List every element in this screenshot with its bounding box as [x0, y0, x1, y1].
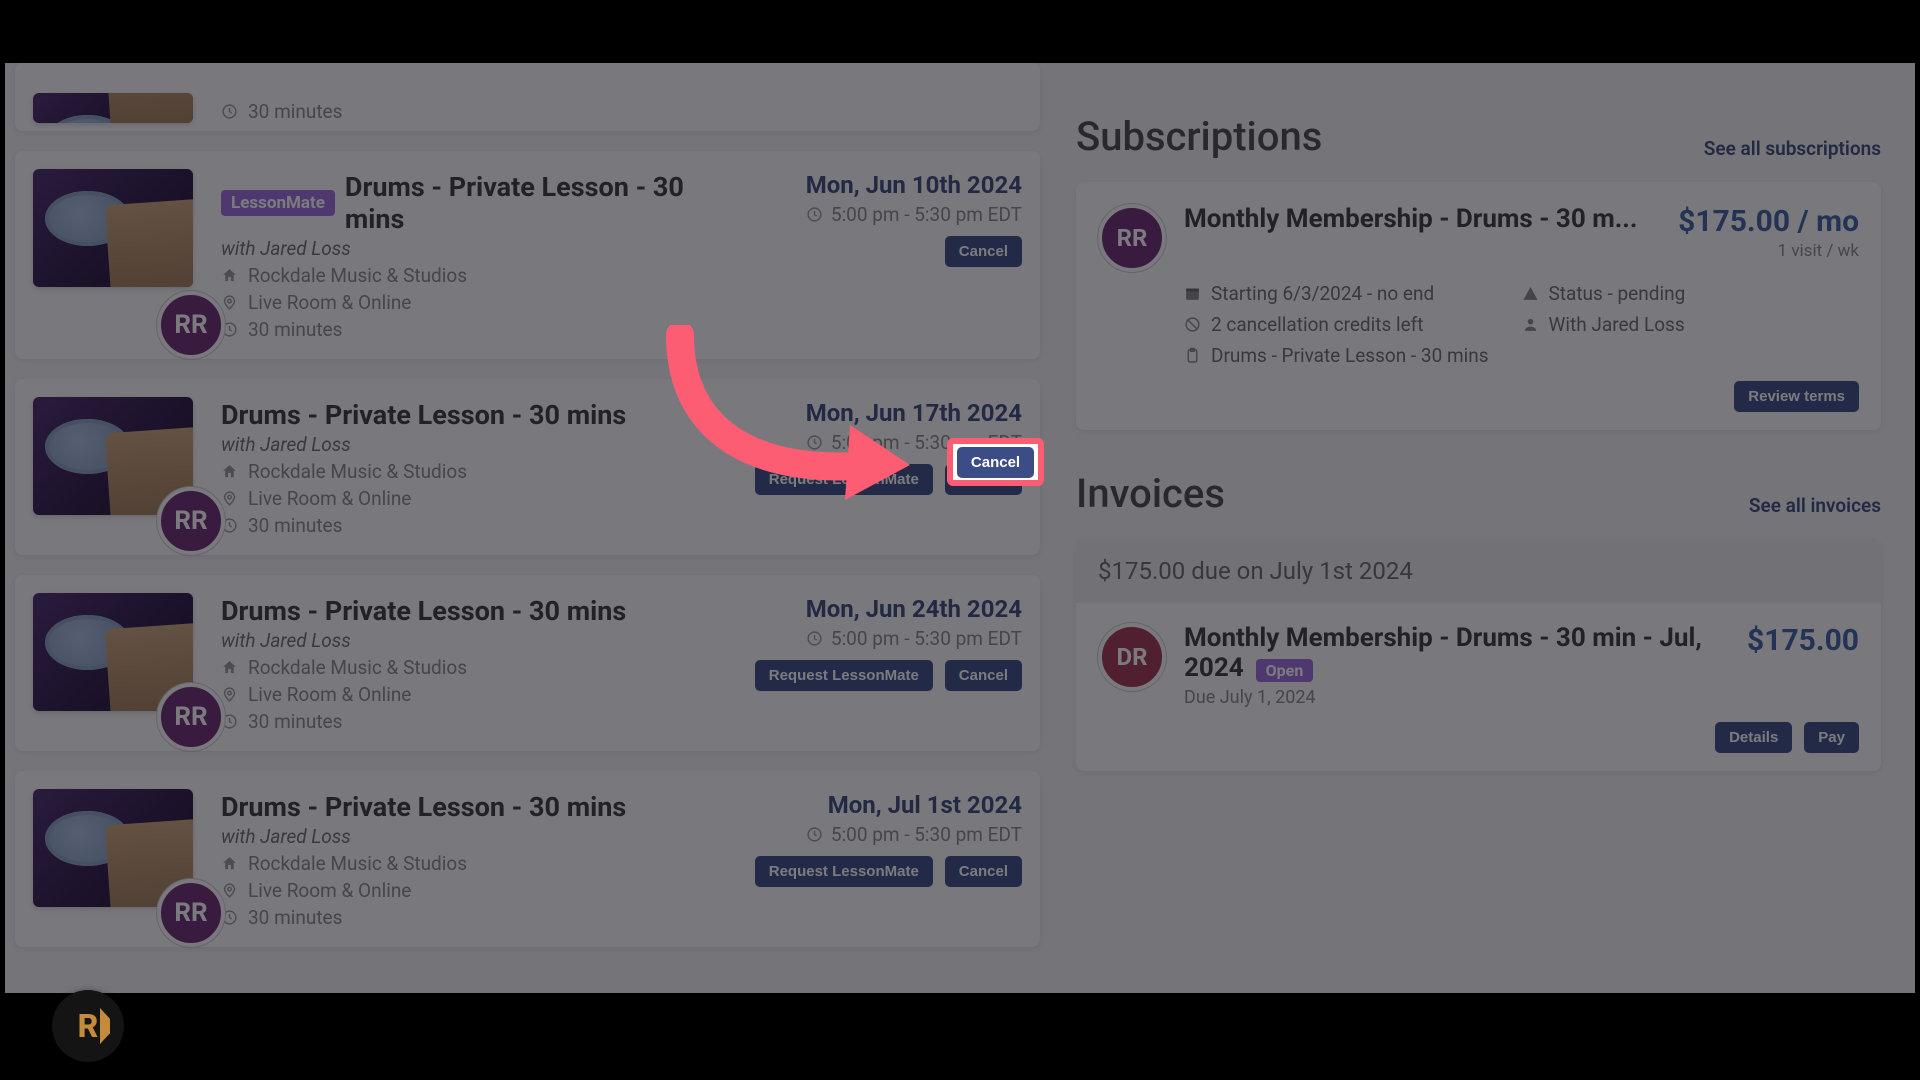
lesson-thumbnail: RR [33, 397, 193, 537]
calendar-icon [1184, 285, 1201, 302]
lesson-teacher: with Jared Loss [221, 237, 714, 260]
clock-icon [806, 434, 823, 451]
time-text: 5:00 pm - 5:30 pm EDT [831, 203, 1022, 226]
home-icon [221, 267, 238, 284]
duration-text: 30 minutes [248, 514, 342, 537]
studio-text: Rockdale Music & Studios [248, 656, 467, 679]
lesson-duration: 30 minutes [221, 100, 714, 123]
invoices-panel: $175.00 due on July 1st 2024 DR Monthly … [1076, 539, 1881, 771]
lessonmate-badge: LessonMate [221, 190, 335, 216]
studio-text: Rockdale Music & Studios [248, 852, 467, 875]
lesson-teacher: with Jared Loss [221, 629, 714, 652]
student-avatar: RR [157, 879, 225, 947]
subscription-card: RR Monthly Membership - Drums - 30 m... … [1076, 182, 1881, 430]
starting-text: Starting 6/3/2024 - no end [1211, 282, 1434, 305]
lesson-teacher: with Jared Loss [221, 825, 714, 848]
student-avatar: RR [157, 683, 225, 751]
location-icon [221, 882, 238, 899]
home-icon [221, 463, 238, 480]
clock-icon [806, 826, 823, 843]
lesson-date: Mon, Jul 1st 2024 [742, 791, 1022, 819]
no-entry-icon [1184, 316, 1201, 333]
time-text: 5:00 pm - 5:30 pm EDT [831, 627, 1022, 650]
review-terms-button[interactable]: Review terms [1734, 381, 1859, 412]
room-text: Live Room & Online [248, 879, 411, 902]
product-text: Drums - Private Lesson - 30 mins [1211, 344, 1489, 367]
amount-due-bar: $175.00 due on July 1st 2024 [1076, 539, 1881, 603]
subscription-price: $175.00 / mo [1678, 204, 1859, 239]
request-lessonmate-button[interactable]: Request LessonMate [755, 856, 933, 887]
room-text: Live Room & Online [248, 291, 411, 314]
invoices-heading: Invoices [1076, 470, 1225, 517]
lesson-title: Drums - Private Lesson - 30 mins [221, 399, 626, 431]
lesson-card: RR LessonMate Drums - Private Lesson - 3… [15, 151, 1040, 359]
duration-text: 30 minutes [248, 906, 342, 929]
brand-logo[interactable]: R [52, 990, 124, 1062]
clipboard-icon [1184, 347, 1201, 364]
lesson-date: Mon, Jun 17th 2024 [742, 399, 1022, 427]
location-icon [221, 490, 238, 507]
lesson-title: Drums - Private Lesson - 30 mins [221, 595, 626, 627]
lesson-card: RR Drums - Private Lesson - 30 mins with… [15, 379, 1040, 555]
request-lessonmate-button[interactable]: Request LessonMate [755, 464, 933, 495]
app-viewport: 30 minutes RR LessonMate Drums - Private… [5, 63, 1915, 993]
room-text: Live Room & Online [248, 487, 411, 510]
room-text: Live Room & Online [248, 683, 411, 706]
student-avatar: RR [157, 291, 225, 359]
home-icon [221, 855, 238, 872]
student-avatar: RR [1098, 204, 1166, 272]
location-icon [221, 294, 238, 311]
lesson-card: RR Drums - Private Lesson - 30 mins with… [15, 575, 1040, 751]
cancel-button[interactable]: Cancel [945, 660, 1022, 691]
request-lessonmate-button[interactable]: Request LessonMate [755, 660, 933, 691]
cancel-button[interactable]: Cancel [945, 856, 1022, 887]
clock-icon [221, 103, 238, 120]
time-text: 5:00 pm - 5:30 pm EDT [831, 823, 1022, 846]
student-avatar: RR [157, 487, 225, 555]
open-badge: Open [1256, 659, 1314, 682]
location-icon [221, 686, 238, 703]
lesson-thumbnail: RR [33, 789, 193, 929]
see-all-invoices-link[interactable]: See all invoices [1749, 494, 1881, 517]
lesson-thumbnail: RR [33, 593, 193, 733]
subscriptions-heading: Subscriptions [1076, 113, 1322, 160]
clock-icon [806, 206, 823, 223]
lesson-title: Drums - Private Lesson - 30 mins [345, 171, 714, 235]
cancel-button[interactable]: Cancel [945, 236, 1022, 267]
studio-text: Rockdale Music & Studios [248, 264, 467, 287]
invoice-amount: $175.00 [1747, 623, 1859, 708]
see-all-subscriptions-link[interactable]: See all subscriptions [1704, 137, 1881, 160]
side-column: Subscriptions See all subscriptions RR M… [1076, 63, 1881, 967]
details-button[interactable]: Details [1715, 722, 1792, 753]
lesson-date: Mon, Jun 10th 2024 [742, 171, 1022, 199]
warning-icon [1522, 285, 1539, 302]
lesson-title: Drums - Private Lesson - 30 mins [221, 791, 626, 823]
credits-text: 2 cancellation credits left [1211, 313, 1424, 336]
duration-text: 30 minutes [248, 710, 342, 733]
duration-text: 30 minutes [248, 100, 342, 123]
subscription-title: Monthly Membership - Drums - 30 m... [1184, 204, 1637, 272]
person-icon [1522, 316, 1539, 333]
pay-button[interactable]: Pay [1804, 722, 1859, 753]
lesson-card: RR Drums - Private Lesson - 30 mins with… [15, 771, 1040, 947]
lesson-date: Mon, Jun 24th 2024 [742, 595, 1022, 623]
lesson-card: 30 minutes [15, 63, 1040, 131]
duration-text: 30 minutes [248, 318, 342, 341]
clock-icon [806, 630, 823, 647]
home-icon [221, 659, 238, 676]
lessons-column: 30 minutes RR LessonMate Drums - Private… [15, 63, 1040, 967]
subscription-visits: 1 visit / wk [1678, 241, 1859, 261]
lesson-thumbnail: RR [33, 169, 193, 341]
lesson-teacher: with Jared Loss [221, 433, 714, 456]
invoice-avatar: DR [1098, 623, 1166, 691]
studio-text: Rockdale Music & Studios [248, 460, 467, 483]
status-text: Status - pending [1549, 282, 1686, 305]
cancel-button-highlighted[interactable]: Cancel [957, 447, 1034, 478]
teacher-text: With Jared Loss [1549, 313, 1685, 336]
invoice-due-date: Due July 1, 2024 [1184, 687, 1737, 708]
